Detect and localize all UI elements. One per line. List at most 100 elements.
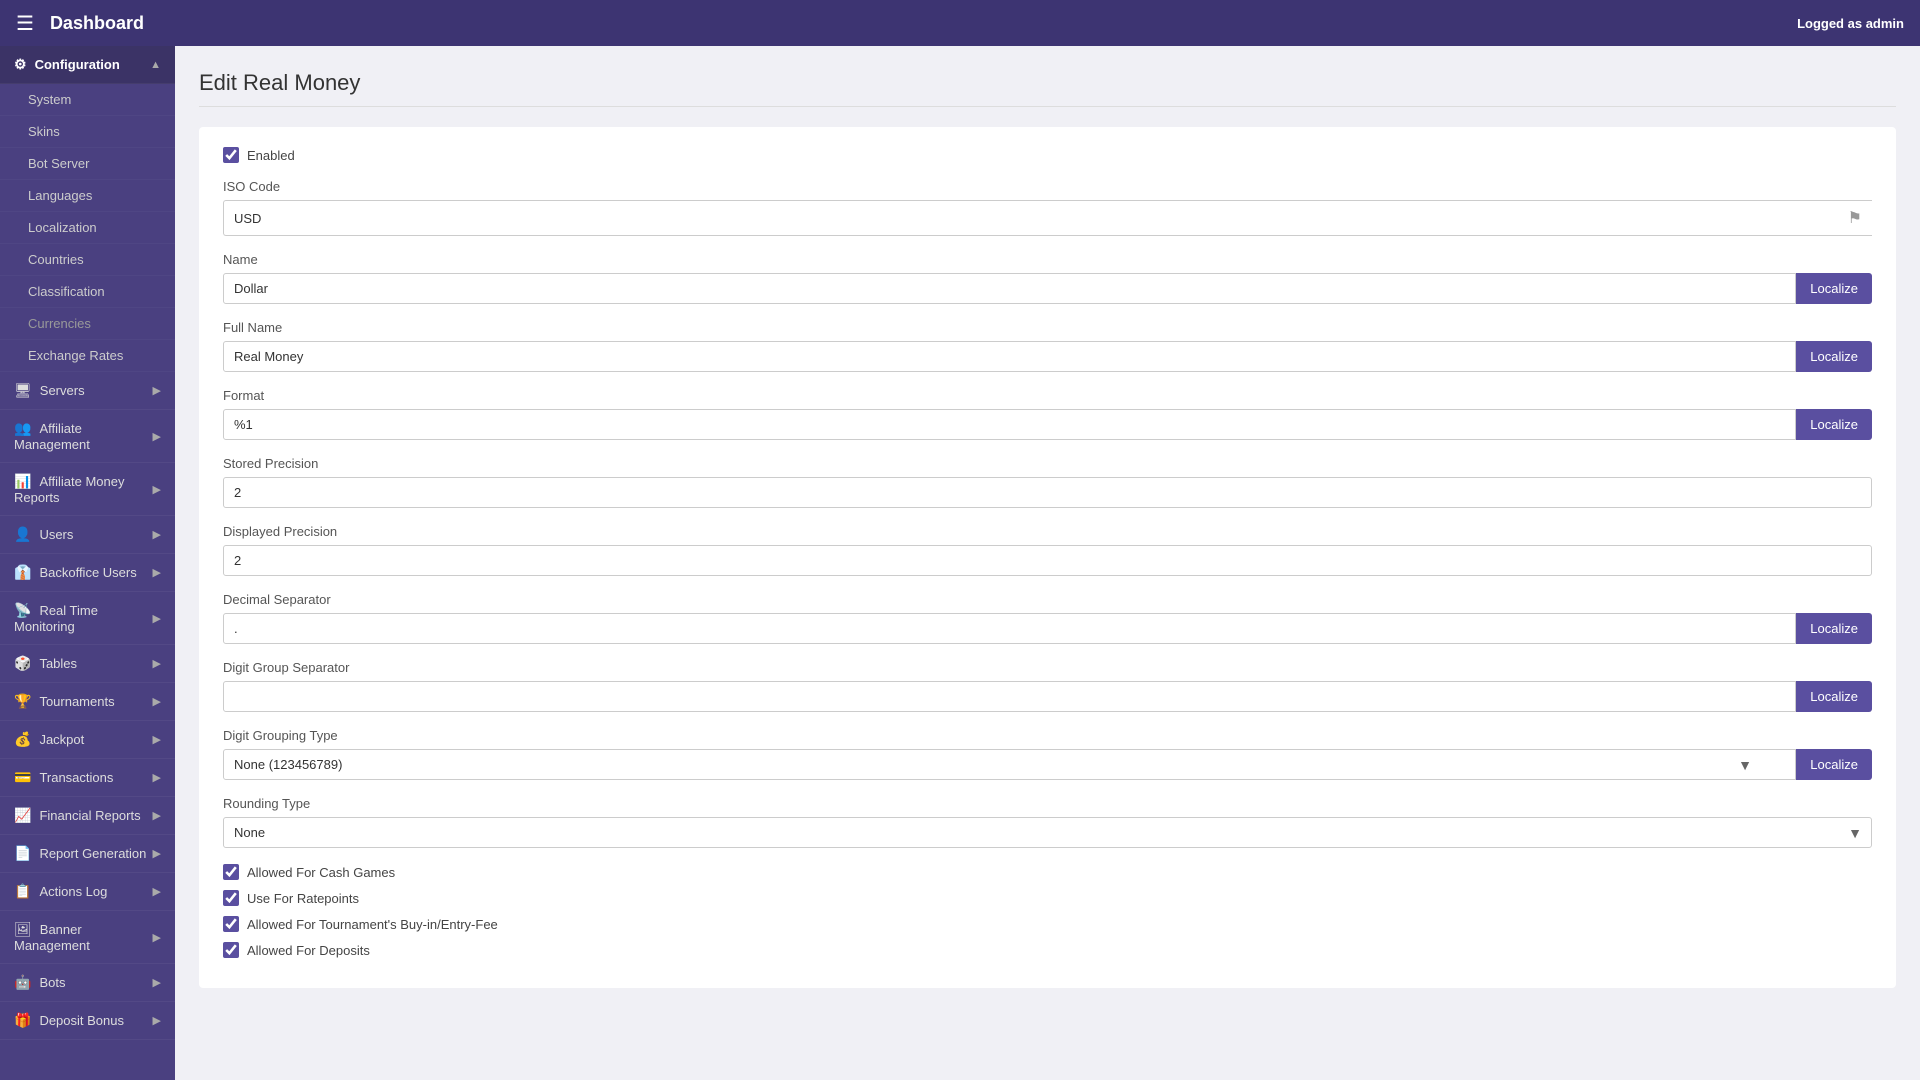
format-row: Format Localize (223, 388, 1872, 440)
sidebar-item-languages[interactable]: Languages (0, 180, 175, 212)
sidebar-item-tournaments[interactable]: 🏆Tournaments ▶ (0, 683, 175, 721)
allowed-cash-games-label: Allowed For Cash Games (247, 865, 395, 880)
format-localize-button[interactable]: Localize (1796, 409, 1872, 440)
digit-group-separator-input[interactable] (223, 681, 1796, 712)
displayed-precision-label: Displayed Precision (223, 524, 1872, 539)
sidebar-item-deposit-bonus[interactable]: 🎁Deposit Bonus ▶ (0, 1002, 175, 1040)
format-label: Format (223, 388, 1872, 403)
sidebar-item-bot-server[interactable]: Bot Server (0, 148, 175, 180)
chevron-icon: ▶ (153, 771, 161, 784)
main-content: Edit Real Money Enabled ISO Code USD ⚑ (175, 46, 1920, 1080)
sidebar-item-affiliate-money-reports[interactable]: 📊Affiliate Money Reports ▶ (0, 463, 175, 516)
chevron-icon: ▶ (153, 931, 161, 944)
displayed-precision-row: Displayed Precision (223, 524, 1872, 576)
config-icon: ⚙ (14, 56, 27, 72)
allowed-deposits-row: Allowed For Deposits (223, 942, 1872, 958)
sidebar-item-jackpot[interactable]: 💰Jackpot ▶ (0, 721, 175, 759)
chevron-icon: ▶ (153, 384, 161, 397)
chevron-icon: ▲ (150, 59, 161, 71)
use-ratepoints-row: Use For Ratepoints (223, 890, 1872, 906)
banner-icon: 🖼 (14, 921, 32, 937)
sidebar-item-skins[interactable]: Skins (0, 116, 175, 148)
rounding-type-select[interactable]: None (223, 817, 1872, 848)
sidebar-item-localization[interactable]: Localization (0, 212, 175, 244)
sidebar-item-countries[interactable]: Countries (0, 244, 175, 276)
sidebar-item-classification[interactable]: Classification (0, 276, 175, 308)
digit-grouping-type-row: Digit Grouping Type None (123456789) ▼ L… (223, 728, 1872, 780)
name-input-group: Localize (223, 273, 1872, 304)
sidebar-item-banner-management[interactable]: 🖼Banner Management ▶ (0, 911, 175, 964)
sidebar-item-actions-log[interactable]: 📋Actions Log ▶ (0, 873, 175, 911)
decimal-separator-row: Decimal Separator Localize (223, 592, 1872, 644)
digit-grouping-type-select[interactable]: None (123456789) (223, 749, 1796, 780)
backoffice-icon: 👔 (14, 564, 31, 580)
sidebar-item-transactions[interactable]: 💳Transactions ▶ (0, 759, 175, 797)
format-input-group: Localize (223, 409, 1872, 440)
allowed-cash-games-row: Allowed For Cash Games (223, 864, 1872, 880)
topbar-user: Logged as admin (1797, 16, 1904, 31)
allowed-cash-games-checkbox[interactable] (223, 864, 239, 880)
transactions-icon: 💳 (14, 769, 31, 785)
displayed-precision-input[interactable] (223, 545, 1872, 576)
digit-group-separator-input-group: Localize (223, 681, 1872, 712)
app-title: Dashboard (50, 13, 144, 34)
stored-precision-row: Stored Precision (223, 456, 1872, 508)
tables-icon: 🎲 (14, 655, 31, 671)
sidebar-item-financial-reports[interactable]: 📈Financial Reports ▶ (0, 797, 175, 835)
sidebar-item-exchange-rates[interactable]: Exchange Rates (0, 340, 175, 372)
digit-grouping-localize-button[interactable]: Localize (1796, 749, 1872, 780)
decimal-separator-input[interactable] (223, 613, 1796, 644)
rounding-type-group: None ▼ (223, 817, 1872, 848)
full-name-localize-button[interactable]: Localize (1796, 341, 1872, 372)
full-name-label: Full Name (223, 320, 1872, 335)
enabled-checkbox[interactable] (223, 147, 239, 163)
topbar: ☰ Dashboard Logged as admin (0, 0, 1920, 46)
chevron-icon: ▶ (153, 809, 161, 822)
chevron-icon: ▶ (153, 885, 161, 898)
sidebar-item-real-time-monitoring[interactable]: 📡Real Time Monitoring ▶ (0, 592, 175, 645)
allowed-deposits-label: Allowed For Deposits (247, 943, 370, 958)
stored-precision-input[interactable] (223, 477, 1872, 508)
monitoring-icon: 📡 (14, 602, 31, 618)
chevron-icon: ▶ (153, 430, 161, 443)
sidebar-item-users[interactable]: 👤Users ▶ (0, 516, 175, 554)
name-localize-button[interactable]: Localize (1796, 273, 1872, 304)
affiliate-reports-icon: 📊 (14, 473, 31, 489)
use-ratepoints-label: Use For Ratepoints (247, 891, 359, 906)
tournaments-icon: 🏆 (14, 693, 31, 709)
sidebar-item-tables[interactable]: 🎲Tables ▶ (0, 645, 175, 683)
sidebar-item-backoffice-users[interactable]: 👔Backoffice Users ▶ (0, 554, 175, 592)
hamburger-menu[interactable]: ☰ (16, 11, 34, 36)
digit-group-localize-button[interactable]: Localize (1796, 681, 1872, 712)
decimal-localize-button[interactable]: Localize (1796, 613, 1872, 644)
full-name-input[interactable] (223, 341, 1796, 372)
sidebar-item-currencies[interactable]: Currencies (0, 308, 175, 340)
digit-grouping-type-group: None (123456789) ▼ Localize (223, 749, 1872, 780)
digit-grouping-type-label: Digit Grouping Type (223, 728, 1872, 743)
topbar-left: ☰ Dashboard (16, 11, 144, 36)
name-input[interactable] (223, 273, 1796, 304)
format-input[interactable] (223, 409, 1796, 440)
report-gen-icon: 📄 (14, 845, 31, 861)
sidebar-item-bots[interactable]: 🤖Bots ▶ (0, 964, 175, 1002)
flag-icon: ⚑ (1848, 208, 1862, 228)
actions-log-icon: 📋 (14, 883, 31, 899)
name-row: Name Localize (223, 252, 1872, 304)
chevron-icon: ▶ (153, 528, 161, 541)
sidebar-item-affiliate-management[interactable]: 👥Affiliate Management ▶ (0, 410, 175, 463)
allowed-tournaments-checkbox[interactable] (223, 916, 239, 932)
chevron-icon: ▶ (153, 566, 161, 579)
sidebar-item-servers[interactable]: 🖥Servers ▶ (0, 372, 175, 410)
affiliate-mgmt-icon: 👥 (14, 420, 31, 436)
sidebar-item-system[interactable]: System (0, 84, 175, 116)
use-ratepoints-checkbox[interactable] (223, 890, 239, 906)
decimal-separator-label: Decimal Separator (223, 592, 1872, 607)
sidebar-item-configuration[interactable]: ⚙Configuration ▲ (0, 46, 175, 84)
iso-code-row: ISO Code USD ⚑ (223, 179, 1872, 236)
digit-group-separator-row: Digit Group Separator Localize (223, 660, 1872, 712)
sidebar-item-report-generation[interactable]: 📄Report Generation ▶ (0, 835, 175, 873)
allowed-deposits-checkbox[interactable] (223, 942, 239, 958)
financial-reports-icon: 📈 (14, 807, 31, 823)
chevron-icon: ▶ (153, 976, 161, 989)
jackpot-icon: 💰 (14, 731, 31, 747)
